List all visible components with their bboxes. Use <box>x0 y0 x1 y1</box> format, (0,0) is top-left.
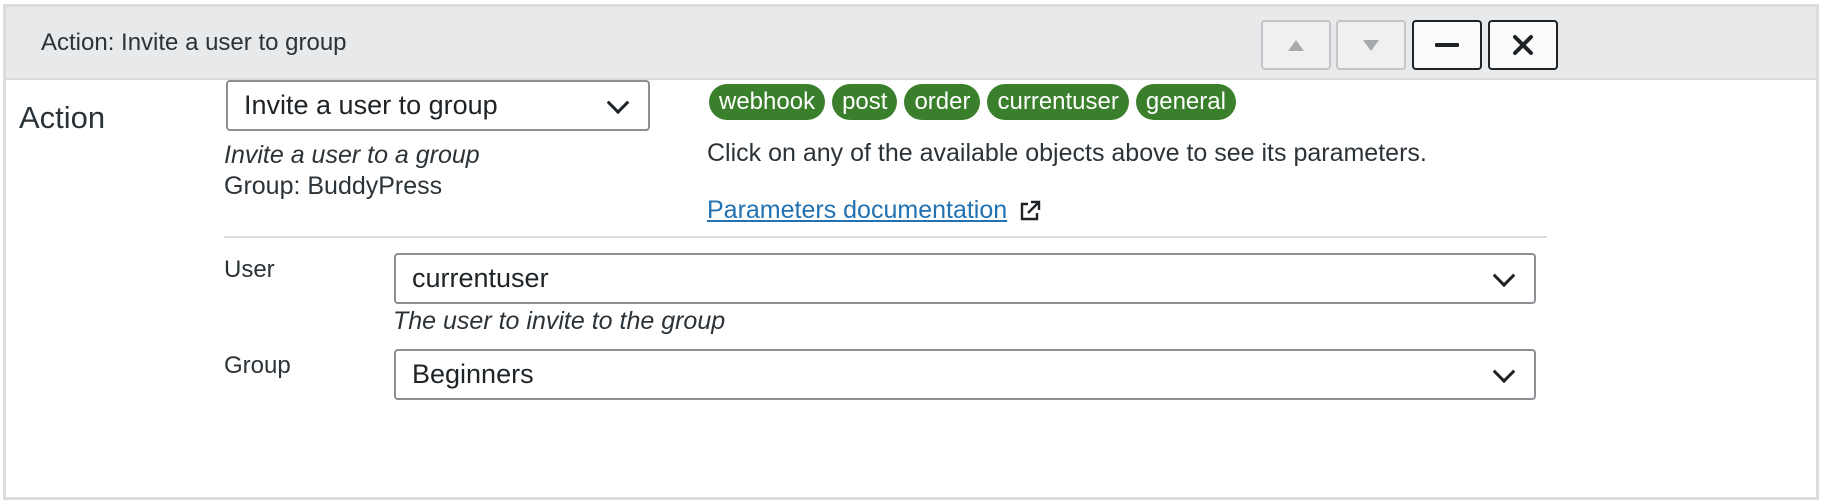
action-select[interactable]: Invite a user to group <box>226 80 650 131</box>
move-up-button[interactable] <box>1261 20 1331 70</box>
tag-order[interactable]: order <box>904 84 981 120</box>
panel-header: Action: Invite a user to group <box>6 7 1816 80</box>
move-down-button[interactable] <box>1336 20 1406 70</box>
tag-post[interactable]: post <box>832 84 898 120</box>
action-section-label: Action <box>19 100 106 135</box>
tag-currentuser[interactable]: currentuser <box>987 84 1129 120</box>
parameters-documentation-text: Parameters documentation <box>707 196 1008 224</box>
chevron-down-icon <box>606 90 630 114</box>
close-icon <box>1513 35 1533 55</box>
triangle-down-icon <box>1363 39 1379 51</box>
user-select[interactable]: currentuser <box>394 253 1536 304</box>
chevron-down-icon <box>1492 359 1516 383</box>
chevron-down-icon <box>1492 263 1516 287</box>
tag-webhook[interactable]: webhook <box>709 84 826 120</box>
parameters-documentation-link[interactable]: Parameters documentation <box>707 196 1041 225</box>
action-group-line: Group: BuddyPress <box>224 172 443 200</box>
group-select[interactable]: Beginners <box>394 349 1536 400</box>
action-select-value: Invite a user to group <box>244 90 498 120</box>
user-field-description: The user to invite to the group <box>393 307 726 335</box>
remove-button[interactable] <box>1488 20 1558 70</box>
user-select-value: currentuser <box>412 263 549 293</box>
divider <box>224 236 1547 238</box>
panel-title: Action: Invite a user to group <box>41 29 347 56</box>
user-field-label: User <box>224 256 275 283</box>
object-tags: webhook post order currentuser general <box>709 84 1236 120</box>
minus-icon <box>1435 43 1459 47</box>
triangle-up-icon <box>1288 39 1304 51</box>
collapse-button[interactable] <box>1412 20 1482 70</box>
objects-hint: Click on any of the available objects ab… <box>707 139 1427 167</box>
group-select-value: Beginners <box>412 359 534 389</box>
group-field-label: Group <box>224 352 291 379</box>
action-description: Invite a user to a group <box>224 141 480 169</box>
action-panel: Action: Invite a user to group <box>3 4 1819 500</box>
tag-general[interactable]: general <box>1135 84 1236 120</box>
external-link-icon <box>1020 200 1041 220</box>
